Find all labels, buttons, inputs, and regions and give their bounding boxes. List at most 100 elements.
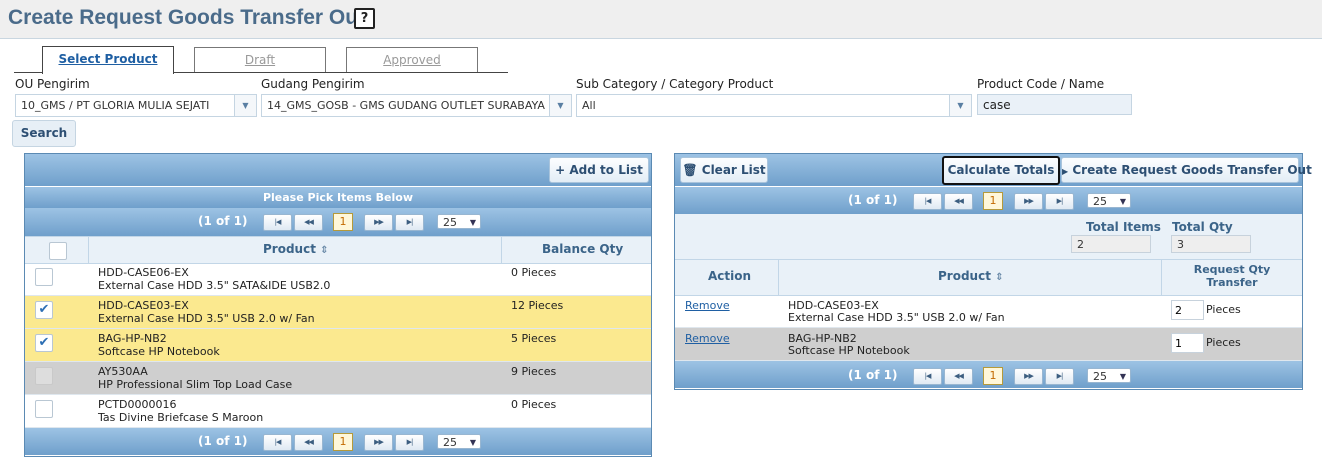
request-qty-input[interactable] <box>1171 300 1204 320</box>
ou-select[interactable]: 10_GMS / PT GLORIA MULIA SEJATI ▼ <box>15 94 257 117</box>
add-to-list-button[interactable]: + Add to List <box>549 157 649 183</box>
ou-label: OU Pengirim <box>15 77 90 91</box>
table-row[interactable]: ✔ BAG-HP-NB2 Softcase HP Notebook 5 Piec… <box>25 329 651 362</box>
product-code: BAG-HP-NB2 <box>98 332 167 345</box>
product-column-header[interactable]: Product ⇕ <box>938 269 1004 283</box>
balance-qty: 5 Pieces <box>511 332 557 345</box>
prev-page-icon[interactable]: ◀◀ <box>944 193 973 210</box>
first-page-icon[interactable]: |◀ <box>263 214 292 231</box>
product-column-label: Product <box>263 242 316 256</box>
per-page-value: 25 <box>1093 370 1107 383</box>
tab-draft[interactable]: Draft <box>194 47 326 73</box>
pick-items-caption: Please Pick Items Below <box>25 187 651 208</box>
ou-select-value: 10_GMS / PT GLORIA MULIA SEJATI <box>21 99 210 112</box>
table-row[interactable]: AY530AA HP Professional Slim Top Load Ca… <box>25 362 651 395</box>
table-row: Remove BAG-HP-NB2 Softcase HP Notebook P… <box>675 328 1302 361</box>
balance-qty: 0 Pieces <box>511 266 557 279</box>
clear-list-button[interactable]: 🗑 Clear List <box>680 157 768 183</box>
per-page-value: 25 <box>443 216 457 229</box>
next-page-icon[interactable]: ▶▶ <box>1014 193 1043 210</box>
code-label: Product Code / Name <box>977 77 1105 91</box>
clear-list-label: Clear List <box>701 163 766 177</box>
remove-link[interactable]: Remove <box>685 299 730 312</box>
prev-page-icon[interactable]: ◀◀ <box>294 434 323 451</box>
product-name: Softcase HP Notebook <box>788 344 910 357</box>
request-qty-input[interactable] <box>1171 333 1204 353</box>
chevron-right-icon: ▶ <box>1062 167 1069 176</box>
help-icon[interactable]: ? <box>354 8 375 29</box>
pager-info: (1 of 1) <box>198 434 248 448</box>
chevron-down-icon: ▼ <box>234 95 256 116</box>
total-qty-value: 3 <box>1171 235 1251 253</box>
per-page-value: 25 <box>1093 195 1107 208</box>
col-divider <box>1161 260 1162 295</box>
next-page-icon[interactable]: ▶▶ <box>364 434 393 451</box>
action-column-header: Action <box>708 269 752 283</box>
create-request-button[interactable]: ▶ Create Request Goods Transfer Out <box>1061 157 1312 183</box>
prev-page-icon[interactable]: ◀◀ <box>944 368 973 385</box>
chevron-down-icon: ▼ <box>469 438 476 447</box>
product-code: HDD-CASE03-EX <box>98 299 189 312</box>
prev-page-icon[interactable]: ◀◀ <box>294 214 323 231</box>
trash-icon: 🗑 <box>682 163 698 177</box>
product-name: External Case HDD 3.5" USB 2.0 w/ Fan <box>788 311 1005 324</box>
pager-info: (1 of 1) <box>848 193 898 207</box>
product-column-header[interactable]: Product ⇕ <box>263 242 329 256</box>
row-checkbox[interactable] <box>35 268 53 286</box>
last-page-icon[interactable]: ▶| <box>395 434 424 451</box>
qty-unit: Pieces <box>1206 303 1241 316</box>
current-page[interactable]: 1 <box>983 192 1003 210</box>
table-row[interactable]: ✔ HDD-CASE03-EX External Case HDD 3.5" U… <box>25 296 651 329</box>
pager-info: (1 of 1) <box>848 368 898 382</box>
table-row[interactable]: PCTD0000016 Tas Divine Briefcase S Maroo… <box>25 395 651 428</box>
per-page-select[interactable]: 25 ▼ <box>437 214 481 229</box>
gudang-label: Gudang Pengirim <box>261 77 365 91</box>
category-select-value: All <box>582 99 596 112</box>
category-label: Sub Category / Category Product <box>576 77 774 91</box>
product-code-input[interactable] <box>977 94 1132 115</box>
add-to-list-label: Add to List <box>569 163 643 177</box>
table-row: Remove HDD-CASE03-EX External Case HDD 3… <box>675 295 1302 328</box>
current-page[interactable]: 1 <box>983 367 1003 385</box>
calculate-totals-button[interactable]: Calculate Totals <box>942 156 1060 185</box>
first-page-icon[interactable]: |◀ <box>913 193 942 210</box>
last-page-icon[interactable]: ▶| <box>1045 368 1074 385</box>
last-page-icon[interactable]: ▶| <box>395 214 424 231</box>
pager-info: (1 of 1) <box>198 214 248 228</box>
balance-column-header: Balance Qty <box>542 242 624 256</box>
table-row[interactable]: HDD-CASE06-EX External Case HDD 3.5" SAT… <box>25 263 651 296</box>
chevron-down-icon: ▼ <box>1119 197 1126 206</box>
select-all-checkbox[interactable] <box>49 242 67 260</box>
last-page-icon[interactable]: ▶| <box>1045 193 1074 210</box>
product-code: HDD-CASE06-EX <box>98 266 189 279</box>
row-checkbox[interactable] <box>35 400 53 418</box>
next-page-icon[interactable]: ▶▶ <box>364 214 393 231</box>
category-select[interactable]: All ▼ <box>576 94 972 117</box>
row-checkbox-checked[interactable]: ✔ <box>35 301 53 319</box>
checkmark-icon: ✔ <box>38 302 50 317</box>
tab-select-product[interactable]: Select Product <box>42 46 174 74</box>
total-qty-label: Total Qty <box>1172 220 1233 234</box>
gudang-select[interactable]: 14_GMS_GOSB - GMS GUDANG OUTLET SURABAYA… <box>261 94 572 117</box>
per-page-select[interactable]: 25 ▼ <box>437 434 481 449</box>
row-checkbox-disabled[interactable] <box>35 367 53 385</box>
next-page-icon[interactable]: ▶▶ <box>1014 368 1043 385</box>
plus-icon: + <box>555 163 566 177</box>
first-page-icon[interactable]: |◀ <box>913 368 942 385</box>
col-divider <box>88 237 89 263</box>
search-button[interactable]: Search <box>12 120 76 147</box>
per-page-select[interactable]: 25 ▼ <box>1087 193 1131 208</box>
total-items-value: 2 <box>1071 235 1151 253</box>
chevron-down-icon: ▼ <box>1119 372 1126 381</box>
remove-link[interactable]: Remove <box>685 332 730 345</box>
product-column-label: Product <box>938 269 991 283</box>
per-page-select[interactable]: 25 ▼ <box>1087 368 1131 383</box>
col-divider <box>778 260 779 295</box>
current-page[interactable]: 1 <box>333 213 353 231</box>
first-page-icon[interactable]: |◀ <box>263 434 292 451</box>
tab-approved[interactable]: Approved <box>346 47 478 73</box>
product-name: External Case HDD 3.5" SATA&IDE USB2.0 <box>98 279 331 292</box>
row-checkbox-checked[interactable]: ✔ <box>35 334 53 352</box>
product-code: AY530AA <box>98 365 148 378</box>
current-page[interactable]: 1 <box>333 433 353 451</box>
